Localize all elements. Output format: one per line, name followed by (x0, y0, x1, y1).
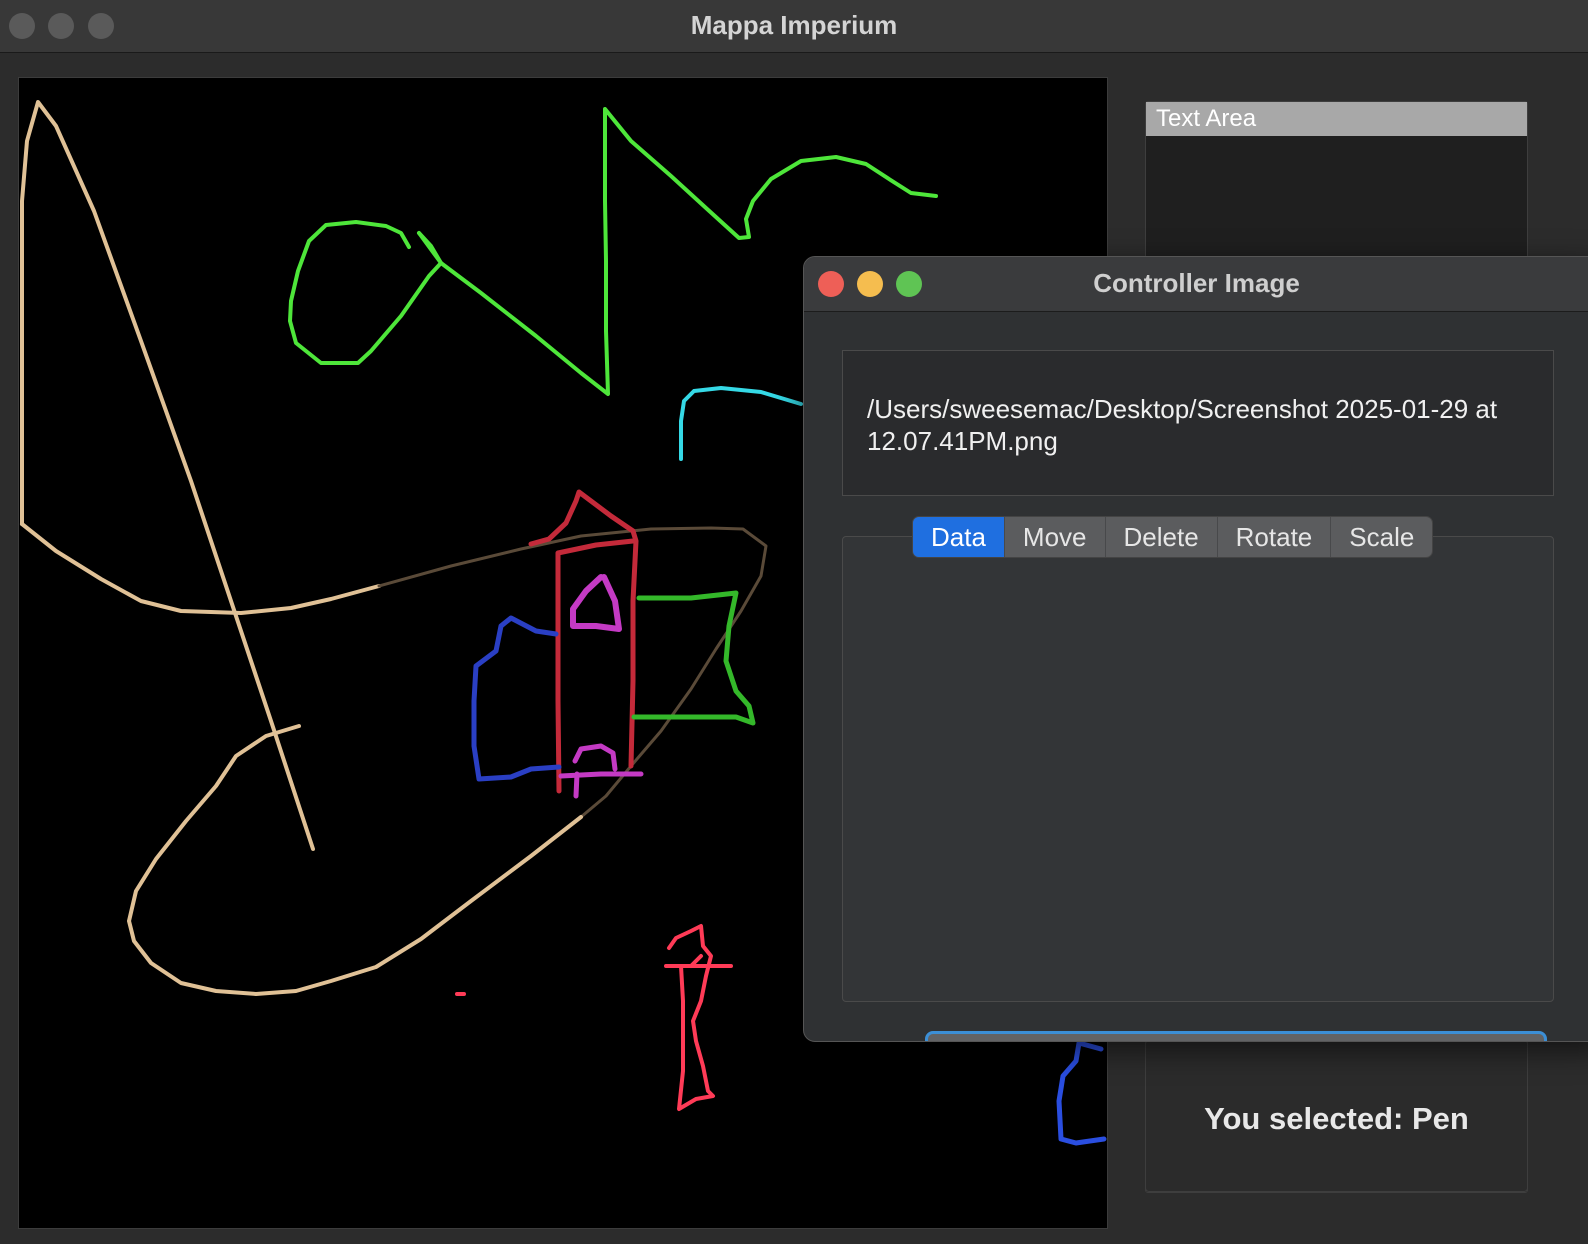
tab-content-pane: Data (842, 536, 1554, 1041)
tab-delete[interactable]: Delete (1106, 517, 1218, 557)
file-path-box: /Users/sweesemac/Desktop/Screenshot 2025… (842, 350, 1554, 496)
cyan-stroke (679, 386, 803, 461)
controller-title: Controller Image (1093, 268, 1300, 298)
blue-stroke-2 (1056, 1040, 1107, 1146)
tan-stroke-2 (20, 522, 381, 615)
darkgreen-stroke (631, 590, 756, 726)
data-button[interactable]: Data (925, 1031, 1547, 1041)
magenta-mark-1 (570, 574, 622, 632)
controller-window: Controller Image /Users/sweesemac/Deskto… (803, 256, 1588, 1042)
text-area-label: Text Area (1146, 102, 1527, 136)
window-title: Mappa Imperium (690, 10, 898, 40)
tab-scale[interactable]: Scale (1331, 517, 1432, 557)
green-stroke-1 (288, 220, 443, 365)
blue-stroke (471, 615, 562, 782)
controller-titlebar: Controller Image (804, 257, 1588, 312)
file-path-text: /Users/sweesemac/Desktop/Screenshot 2025… (867, 394, 1498, 456)
pink-stroke (664, 924, 733, 1111)
tab-bar: Data Move Delete Rotate Scale (912, 516, 1434, 558)
main-titlebar: Mappa Imperium (0, 0, 1588, 53)
tab-move[interactable]: Move (1005, 517, 1106, 557)
tab-rotate[interactable]: Rotate (1218, 517, 1332, 557)
selection-status-box: You selected: Pen (1145, 1040, 1528, 1192)
tab-data[interactable]: Data (913, 517, 1005, 557)
tan-stroke-3 (127, 724, 583, 996)
selection-status-text: You selected: Pen (1204, 1101, 1469, 1136)
